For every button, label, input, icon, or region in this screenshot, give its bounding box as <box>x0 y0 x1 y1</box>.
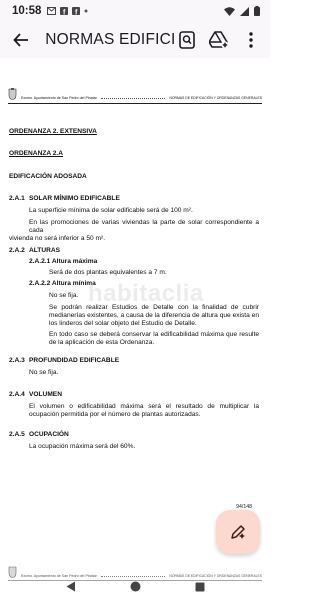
facebook-icon: f <box>72 7 81 15</box>
search-button[interactable] <box>174 26 200 54</box>
header-municipality: Excmo. Ayuntamiento de San Pedro del Pin… <box>21 96 97 100</box>
coat-of-arms-icon <box>8 566 17 578</box>
signal-icon <box>240 6 249 16</box>
ordenanza-subtitle: ORDENANZA 2.A <box>9 150 63 157</box>
notification-icons: f f <box>47 7 88 15</box>
mail-icon <box>47 7 57 15</box>
drive-add-icon <box>209 31 229 49</box>
paragraph: La ocupación máxima será del 60%. <box>29 443 136 450</box>
battery-icon <box>254 6 260 16</box>
subsection-heading: 2.A.2.2 Altura mínima <box>29 280 96 287</box>
header-municipality: Excmo. Ayuntamiento de San Pedro del Pin… <box>21 574 97 578</box>
back-button[interactable] <box>6 25 35 55</box>
status-time: 10:58 <box>12 5 42 17</box>
ordenanza-title: ORDENANZA 2. EXTENSIVA <box>9 128 97 135</box>
document-header: Excmo. Ayuntamiento de San Pedro del Pin… <box>8 566 262 581</box>
next-pdf-page[interactable]: Excmo. Ayuntamiento de San Pedro del Pin… <box>0 562 270 600</box>
section-heading: 2.A.3 PROFUNDIDAD EDIFICABLE <box>9 357 120 364</box>
paragraph: Será de dos plantas equivalentes a 7 m. <box>49 269 167 276</box>
home-nav-icon[interactable] <box>130 581 141 592</box>
recents-nav-icon[interactable] <box>195 582 205 592</box>
paragraph: No se fija. <box>29 369 59 376</box>
more-options-button[interactable] <box>238 26 264 54</box>
edit-sparkle-icon <box>231 525 245 539</box>
more-vert-icon <box>249 32 253 48</box>
edificacion-heading: EDIFICACIÓN ADOSADA <box>9 173 87 180</box>
section-heading: 2.A.4 VOLUMEN <box>9 391 62 398</box>
app-bar: NORMAS EDIFICI... <box>0 22 270 58</box>
facebook-icon: f <box>60 7 69 15</box>
back-nav-icon[interactable] <box>66 581 76 592</box>
paragraph: El volumen o edificabilidad máxima será … <box>29 403 259 418</box>
system-icons <box>224 6 260 16</box>
paragraph: En todo caso se deberá conservar la edif… <box>49 331 259 346</box>
header-leader <box>100 576 166 577</box>
edit-fab-button[interactable] <box>216 510 260 554</box>
add-to-drive-button[interactable] <box>206 26 232 54</box>
section-heading: 2.A.2 ALTURAS <box>9 247 61 254</box>
coat-of-arms-icon <box>8 88 17 100</box>
search-icon <box>179 31 195 49</box>
header-leader <box>100 98 166 99</box>
paragraph: La superficie mínima de solar edificable… <box>29 207 193 214</box>
paragraph: En las promociones de varias viviendas l… <box>9 219 259 242</box>
section-heading: 2.A.1 SOLAR MÍNIMO EDIFICABLE <box>9 195 120 202</box>
document-header: Excmo. Ayuntamiento de San Pedro del Pin… <box>8 88 262 104</box>
watermark: habitaclia <box>88 280 204 307</box>
document-title: NORMAS EDIFICI... <box>45 31 174 48</box>
header-document-name: NORMAS DE EDIFICACIÓN Y ORDENANZAS GENER… <box>169 574 262 578</box>
system-navigation-bar <box>0 581 270 592</box>
arrow-back-icon <box>12 33 28 47</box>
status-bar: 10:58 f f <box>0 0 270 22</box>
section-heading: 2.A.5 OCUPACIÓN <box>9 431 69 438</box>
subsection-heading: 2.A.2.1 Altura máxima <box>29 258 98 265</box>
wifi-icon <box>224 6 235 16</box>
dot-icon <box>84 9 88 13</box>
header-document-name: NORMAS DE EDIFICACIÓN Y ORDENANZAS GENER… <box>169 96 262 100</box>
pdf-page[interactable]: Excmo. Ayuntamiento de San Pedro del Pin… <box>0 58 270 540</box>
